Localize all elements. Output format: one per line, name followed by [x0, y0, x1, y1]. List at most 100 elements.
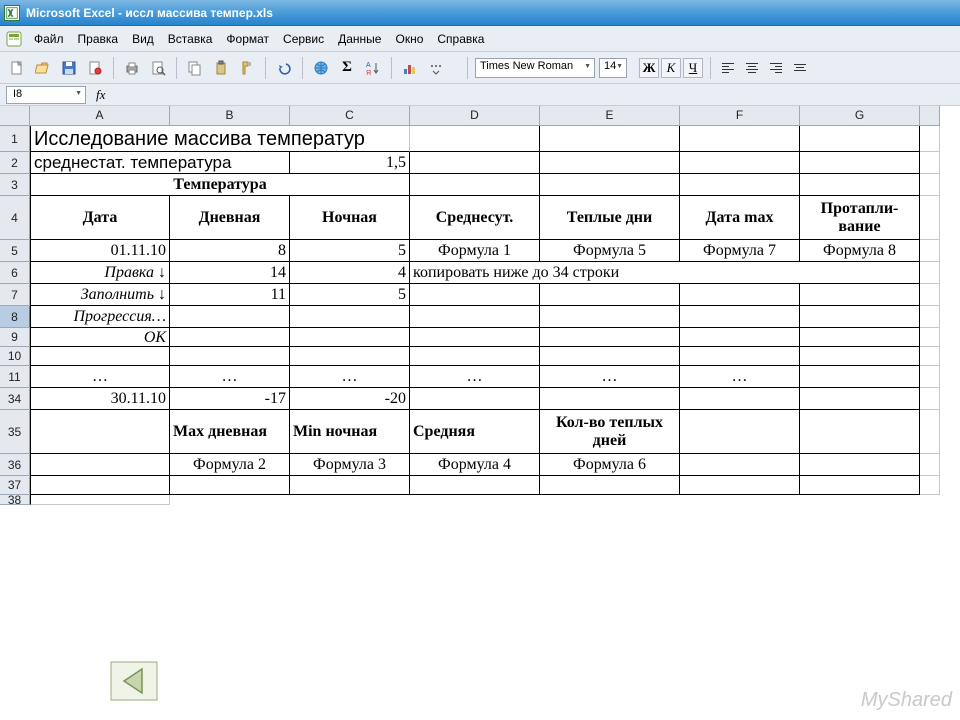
- rowhead-2[interactable]: 2: [0, 152, 30, 174]
- cell-H7[interactable]: [920, 284, 940, 306]
- cell-F10[interactable]: [680, 347, 800, 366]
- cell-C6[interactable]: 4: [290, 262, 410, 284]
- cell-D4[interactable]: Среднесут.: [410, 196, 540, 240]
- cell-F34[interactable]: [680, 388, 800, 410]
- cell-E9[interactable]: [540, 328, 680, 347]
- rowhead-11[interactable]: 11: [0, 366, 30, 388]
- colhead-E[interactable]: E: [540, 106, 680, 126]
- cell-F7[interactable]: [680, 284, 800, 306]
- cell-A9[interactable]: ОК: [30, 328, 170, 347]
- cell-H4[interactable]: [920, 196, 940, 240]
- cell-G3[interactable]: [800, 174, 920, 196]
- cell-A35[interactable]: [30, 410, 170, 454]
- undo-icon[interactable]: [273, 57, 295, 79]
- cell-E36[interactable]: Формула 6: [540, 454, 680, 476]
- rowhead-9[interactable]: 9: [0, 328, 30, 347]
- cell-B11[interactable]: …: [170, 366, 290, 388]
- toolbar-options-icon[interactable]: [425, 57, 447, 79]
- rowhead-8[interactable]: 8: [0, 306, 30, 328]
- align-left-icon[interactable]: [718, 58, 738, 78]
- cell-H11[interactable]: [920, 366, 940, 388]
- paste-icon[interactable]: [210, 57, 232, 79]
- cell-H8[interactable]: [920, 306, 940, 328]
- cell-E5[interactable]: Формула 5: [540, 240, 680, 262]
- menu-data[interactable]: Данные: [332, 29, 387, 49]
- cell-A3[interactable]: Температура: [30, 174, 410, 196]
- cell-C10[interactable]: [290, 347, 410, 366]
- cell-H10[interactable]: [920, 347, 940, 366]
- cell-D35[interactable]: Средняя: [410, 410, 540, 454]
- rowhead-4[interactable]: 4: [0, 196, 30, 240]
- cell-A2[interactable]: среднестат. температура: [30, 152, 290, 174]
- colhead-G[interactable]: G: [800, 106, 920, 126]
- cell-B36[interactable]: Формула 2: [170, 454, 290, 476]
- cell-H37[interactable]: [920, 476, 940, 495]
- cell-H1[interactable]: [920, 126, 940, 152]
- cell-B4[interactable]: Дневная: [170, 196, 290, 240]
- cell-H34[interactable]: [920, 388, 940, 410]
- cell-C4[interactable]: Ночная: [290, 196, 410, 240]
- rowhead-34[interactable]: 34: [0, 388, 30, 410]
- format-painter-icon[interactable]: [236, 57, 258, 79]
- cell-D36[interactable]: Формула 4: [410, 454, 540, 476]
- cell-A8[interactable]: Прогрессия…: [30, 306, 170, 328]
- menu-file[interactable]: Файл: [28, 29, 70, 49]
- cell-G1[interactable]: [800, 126, 920, 152]
- print-preview-icon[interactable]: [147, 57, 169, 79]
- cell-E2[interactable]: [540, 152, 680, 174]
- rowhead-10[interactable]: 10: [0, 347, 30, 366]
- cell-A4[interactable]: Дата: [30, 196, 170, 240]
- cell-C34[interactable]: -20: [290, 388, 410, 410]
- cell-A5[interactable]: 01.11.10: [30, 240, 170, 262]
- cell-D34[interactable]: [410, 388, 540, 410]
- prev-slide-button[interactable]: [110, 661, 158, 704]
- cell-G9[interactable]: [800, 328, 920, 347]
- cell-A1[interactable]: Исследование массива температур: [30, 126, 410, 152]
- cell-B7[interactable]: 11: [170, 284, 290, 306]
- cell-D1[interactable]: [410, 126, 540, 152]
- print-icon[interactable]: [121, 57, 143, 79]
- cell-A34[interactable]: 30.11.10: [30, 388, 170, 410]
- cell-A37[interactable]: [30, 476, 170, 495]
- cell-D11[interactable]: …: [410, 366, 540, 388]
- cell-F11[interactable]: …: [680, 366, 800, 388]
- colhead-C[interactable]: C: [290, 106, 410, 126]
- cell-H3[interactable]: [920, 174, 940, 196]
- cell-B5[interactable]: 8: [170, 240, 290, 262]
- cell-C37[interactable]: [290, 476, 410, 495]
- menu-view[interactable]: Вид: [126, 29, 160, 49]
- cell-B6[interactable]: 14: [170, 262, 290, 284]
- rowhead-38[interactable]: 38: [0, 495, 30, 505]
- cell-D37[interactable]: [410, 476, 540, 495]
- italic-button[interactable]: К: [661, 58, 681, 78]
- cell-C5[interactable]: 5: [290, 240, 410, 262]
- cell-C7[interactable]: 5: [290, 284, 410, 306]
- cell-C36[interactable]: Формула 3: [290, 454, 410, 476]
- cell-G34[interactable]: [800, 388, 920, 410]
- cell-F9[interactable]: [680, 328, 800, 347]
- menu-insert[interactable]: Вставка: [162, 29, 219, 49]
- permission-icon[interactable]: [84, 57, 106, 79]
- colhead-F[interactable]: F: [680, 106, 800, 126]
- cell-B8[interactable]: [170, 306, 290, 328]
- cell-D2[interactable]: [410, 152, 540, 174]
- autosum-icon[interactable]: Σ: [336, 57, 358, 79]
- cell-A36[interactable]: [30, 454, 170, 476]
- colhead-B[interactable]: B: [170, 106, 290, 126]
- cell-D10[interactable]: [410, 347, 540, 366]
- chart-icon[interactable]: [399, 57, 421, 79]
- cell-B35[interactable]: Max дневная: [170, 410, 290, 454]
- colhead-D[interactable]: D: [410, 106, 540, 126]
- rowhead-5[interactable]: 5: [0, 240, 30, 262]
- cell-H9[interactable]: [920, 328, 940, 347]
- cell-D8[interactable]: [410, 306, 540, 328]
- cell-G7[interactable]: [800, 284, 920, 306]
- cell-F1[interactable]: [680, 126, 800, 152]
- menu-format[interactable]: Формат: [220, 29, 275, 49]
- cell-G2[interactable]: [800, 152, 920, 174]
- cell-E3[interactable]: [540, 174, 680, 196]
- select-all-corner[interactable]: [0, 106, 30, 126]
- rowhead-6[interactable]: 6: [0, 262, 30, 284]
- merge-center-icon[interactable]: [790, 58, 810, 78]
- open-icon[interactable]: [32, 57, 54, 79]
